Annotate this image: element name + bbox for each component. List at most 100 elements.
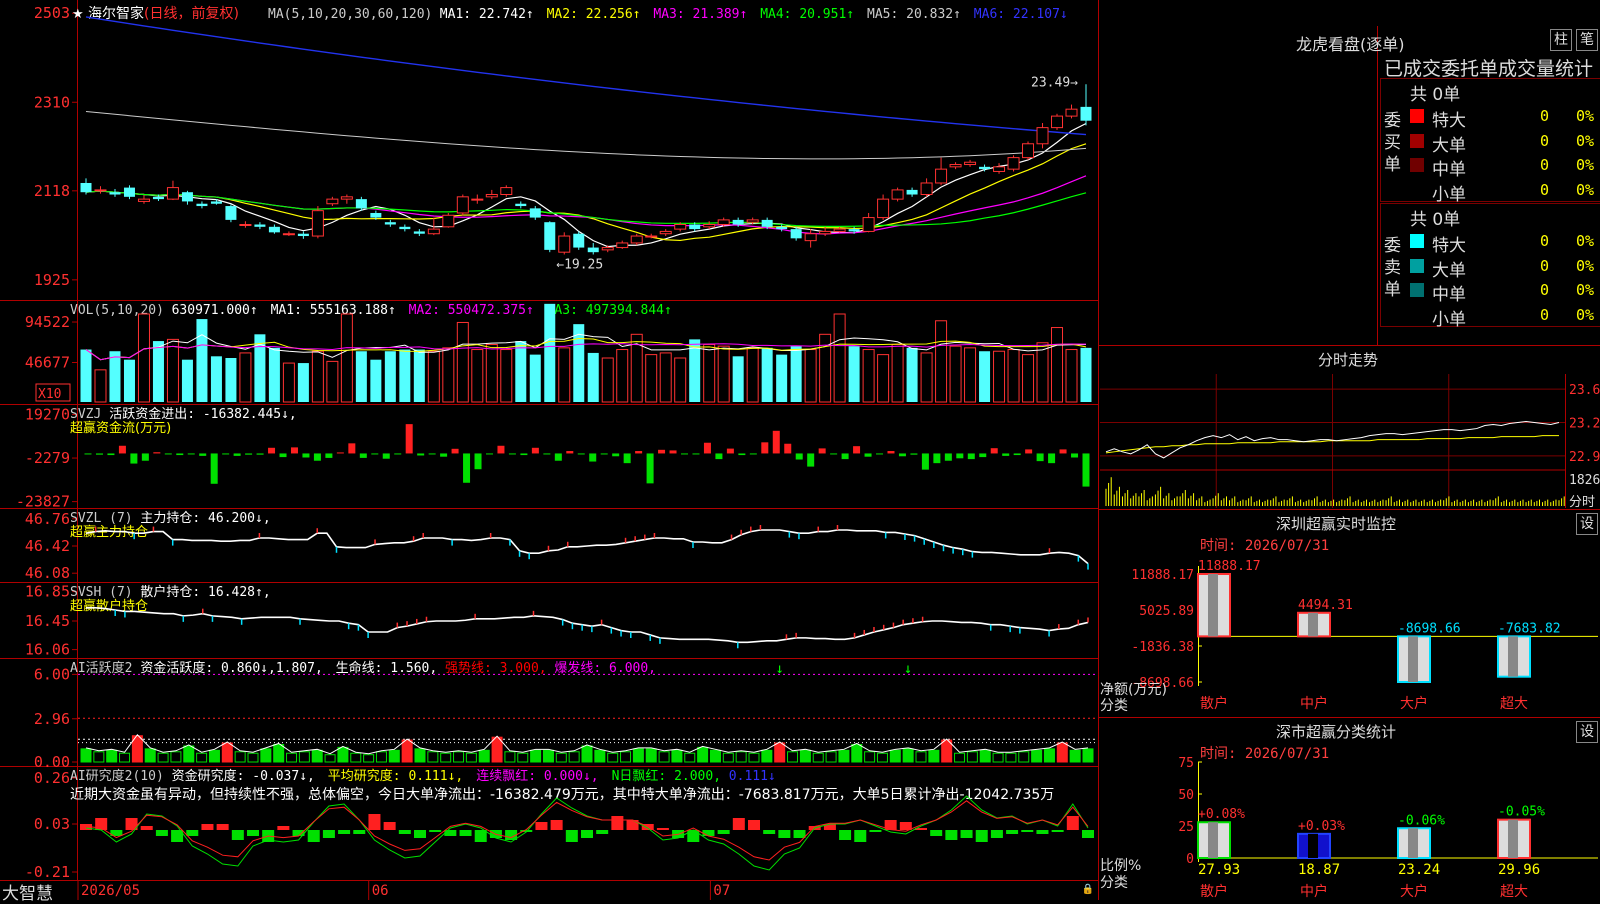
research-bar xyxy=(763,830,776,834)
volume-bar-up xyxy=(239,352,252,403)
candle-up xyxy=(862,217,875,232)
volume-bar-down xyxy=(210,356,222,402)
candle-down xyxy=(587,247,599,253)
active-bar xyxy=(709,749,721,763)
dragon-title: 龙虎看盘(逐单) xyxy=(1296,35,1405,54)
candle-down xyxy=(529,208,541,218)
order-count: 0 xyxy=(1540,305,1550,324)
candle-up xyxy=(558,235,571,253)
volume-bar-down xyxy=(413,349,425,402)
volume-bar-down xyxy=(529,354,541,402)
svzj-bar xyxy=(967,453,975,460)
volume-bar-up xyxy=(311,350,324,403)
ytick-price: 2503 xyxy=(34,4,70,22)
active-bar xyxy=(517,752,529,763)
research-bar xyxy=(581,830,593,838)
active-bar xyxy=(298,751,310,763)
svzj-bar xyxy=(577,453,585,455)
svzj-bar xyxy=(463,453,471,483)
active-bar xyxy=(864,751,876,763)
ma-legend-6: MA6: 22.107↓ xyxy=(974,7,1068,22)
research-bar xyxy=(277,826,290,830)
svzl-sublabel: 超赢主力持仓 xyxy=(70,524,148,540)
order-size-label: 小单 xyxy=(1432,184,1466,205)
svzj-bar xyxy=(290,447,298,454)
volume-bar-down xyxy=(906,347,918,402)
volume-bar-up xyxy=(645,354,658,403)
research-bar xyxy=(247,830,259,836)
svzj-bar xyxy=(153,452,161,454)
candle-up xyxy=(616,242,629,249)
volume-bar-up xyxy=(1065,349,1078,403)
svzj-bar xyxy=(95,453,103,455)
research-bar xyxy=(231,830,244,840)
research-bar xyxy=(748,820,760,830)
volume-bar-up xyxy=(1022,354,1035,403)
candle-up xyxy=(891,189,904,200)
candle-down xyxy=(268,226,280,233)
candle-up xyxy=(94,189,107,192)
volume-bar-up xyxy=(891,343,904,403)
ytick-price: 2310 xyxy=(34,93,70,111)
svzj-bar xyxy=(336,452,344,454)
svzj-bar xyxy=(761,442,769,454)
volume-bar-up xyxy=(137,313,150,403)
candle-up xyxy=(819,230,832,235)
volume-bar-up xyxy=(1007,349,1020,403)
svzj-bar xyxy=(485,453,493,455)
active-down-arrow: ↓ xyxy=(904,661,912,677)
candle-up xyxy=(500,187,513,196)
active-bar xyxy=(594,749,606,763)
classify-category: 超大 xyxy=(1500,884,1528,900)
active-bar xyxy=(196,752,208,763)
candle-up xyxy=(935,168,948,184)
svzj-bar xyxy=(451,448,459,454)
candle-up xyxy=(674,224,687,230)
ma10-line xyxy=(85,143,1087,242)
svzj-bar xyxy=(107,453,115,456)
monitor-settings-button[interactable]: 设 xyxy=(1576,513,1598,535)
favorite-star-icon: ★ xyxy=(72,7,84,22)
active-bar xyxy=(581,745,593,763)
svzj-bar xyxy=(600,453,608,455)
svzj-bar xyxy=(302,453,310,458)
classify-ytick: 75 xyxy=(1178,756,1194,771)
main-chart-canvas[interactable]: 2503 2310 2118 1925 ★ 海尔智家 (日线，前复权) MA(5,10,20,… xyxy=(0,0,1600,900)
candle-up xyxy=(703,224,716,228)
classify-change-label: +0.08% xyxy=(1198,807,1245,822)
volume-bar-down xyxy=(848,346,860,402)
research-bar xyxy=(186,830,199,836)
volume-bar-down xyxy=(732,356,744,402)
svzj-bar xyxy=(795,453,803,460)
svzj-bar xyxy=(405,424,413,454)
active-bar xyxy=(465,752,477,763)
research-bar xyxy=(899,822,912,830)
candle-down xyxy=(573,233,585,248)
active-bar xyxy=(157,752,169,763)
candle-up xyxy=(949,164,962,168)
ytick-research: 0.26 xyxy=(34,769,70,787)
candle-up xyxy=(717,219,730,226)
candle-down xyxy=(515,203,527,207)
active-bar xyxy=(401,739,413,763)
svzj-bar xyxy=(807,453,815,467)
classify-settings-button[interactable]: 设 xyxy=(1576,721,1598,743)
research-bar xyxy=(839,830,852,840)
candle-up xyxy=(326,198,339,205)
ytick-research: 0.03 xyxy=(34,815,70,833)
volume-bar-down xyxy=(544,303,556,402)
volume-bar-up xyxy=(326,360,339,403)
ytick-svzl: 46.76 xyxy=(25,510,70,528)
active-bar xyxy=(697,746,709,763)
ma20-line xyxy=(85,175,1087,235)
svzj-bar xyxy=(726,448,734,454)
monitor-bar-shade xyxy=(1208,574,1218,637)
tick-view-button[interactable]: 笔 xyxy=(1576,29,1598,51)
buy-rows: 特大 0 0% 大单 0 0% 中单 0 0% 小单 0 0% xyxy=(1406,104,1600,205)
active-bar xyxy=(427,751,439,763)
intraday-ytick: 23.27 xyxy=(1569,417,1600,432)
monitor-category: 超大 xyxy=(1500,696,1528,712)
bar-view-button[interactable]: 柱 xyxy=(1550,29,1572,51)
chart-subtitle: (日线，前复权) xyxy=(144,5,239,22)
order-size-label: 小单 xyxy=(1432,309,1466,330)
